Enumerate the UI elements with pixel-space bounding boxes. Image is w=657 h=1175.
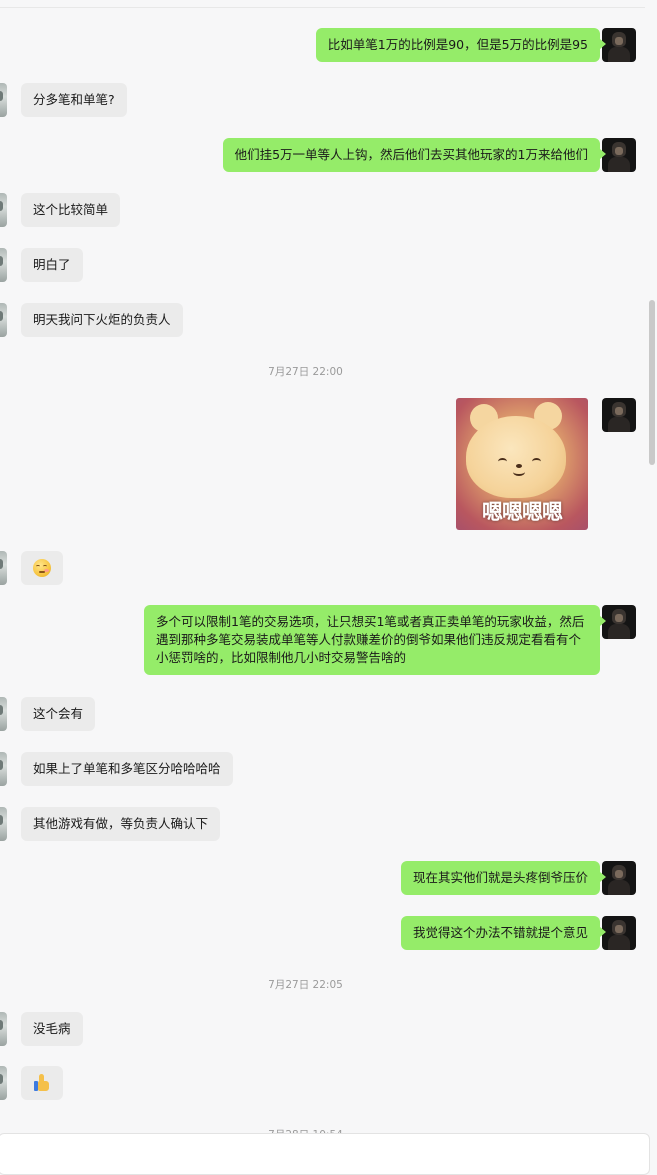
contact-avatar[interactable] xyxy=(0,752,7,786)
timestamp: 7月27日 22:00 xyxy=(268,366,343,378)
incoming-emoji-message[interactable] xyxy=(21,551,63,585)
incoming-message[interactable]: 明白了 xyxy=(21,248,83,282)
bear-mouth xyxy=(513,468,525,476)
incoming-message[interactable]: 这个比较简单 xyxy=(21,193,121,227)
contact-avatar[interactable] xyxy=(0,807,7,841)
outgoing-message[interactable]: 他们挂5万一单等人上钩，然后他们去买其他玩家的1万来给他们 xyxy=(222,138,607,172)
bear-sticker-image[interactable]: 嗯嗯嗯嗯 xyxy=(456,398,588,530)
outgoing-message[interactable]: 现在其实他们就是头疼倒爷压价 xyxy=(400,861,607,895)
incoming-message[interactable]: 分多笔和单笔? xyxy=(21,83,127,117)
my-avatar[interactable] xyxy=(602,398,636,432)
my-avatar[interactable] xyxy=(602,916,636,950)
contact-avatar[interactable] xyxy=(0,1066,7,1100)
squinting-face-emoji-icon xyxy=(33,559,51,577)
my-avatar[interactable] xyxy=(602,605,636,639)
incoming-message[interactable]: 没毛病 xyxy=(21,1012,83,1046)
sticker-caption: 嗯嗯嗯嗯 xyxy=(482,500,563,524)
bear-head xyxy=(466,416,566,498)
incoming-message[interactable]: 这个会有 xyxy=(21,697,96,731)
incoming-emoji-message[interactable] xyxy=(21,1066,63,1100)
contact-avatar[interactable] xyxy=(0,697,7,731)
my-avatar[interactable] xyxy=(602,28,636,62)
scrollbar-thumb[interactable] xyxy=(649,300,655,465)
contact-avatar[interactable] xyxy=(0,303,7,337)
incoming-message[interactable]: 其他游戏有做，等负责人确认下 xyxy=(21,807,221,841)
top-divider xyxy=(0,0,645,8)
contact-avatar[interactable] xyxy=(0,248,7,282)
contact-avatar[interactable] xyxy=(0,193,7,227)
outgoing-message[interactable]: 我觉得这个办法不错就提个意见 xyxy=(400,916,607,950)
my-avatar[interactable] xyxy=(602,861,636,895)
contact-avatar[interactable] xyxy=(0,83,7,117)
bear-eye-left xyxy=(498,458,507,465)
message-input-area[interactable] xyxy=(0,1133,650,1175)
contact-avatar[interactable] xyxy=(0,551,7,585)
outgoing-message[interactable]: 多个可以限制1笔的交易选项，让只想买1笔或者真正卖单笔的玩家收益，然后遇到那种多… xyxy=(144,605,606,675)
bear-eye-right xyxy=(532,458,541,465)
outgoing-message[interactable]: 比如单笔1万的比例是90，但是5万的比例是95 xyxy=(315,28,607,62)
thumbs-up-icon xyxy=(34,1074,50,1092)
incoming-message[interactable]: 如果上了单笔和多笔区分哈哈哈哈 xyxy=(21,752,233,786)
incoming-message[interactable]: 明天我问下火炬的负责人 xyxy=(21,303,183,337)
contact-avatar[interactable] xyxy=(0,1012,7,1046)
timestamp: 7月27日 22:05 xyxy=(268,979,343,991)
my-avatar[interactable] xyxy=(602,138,636,172)
